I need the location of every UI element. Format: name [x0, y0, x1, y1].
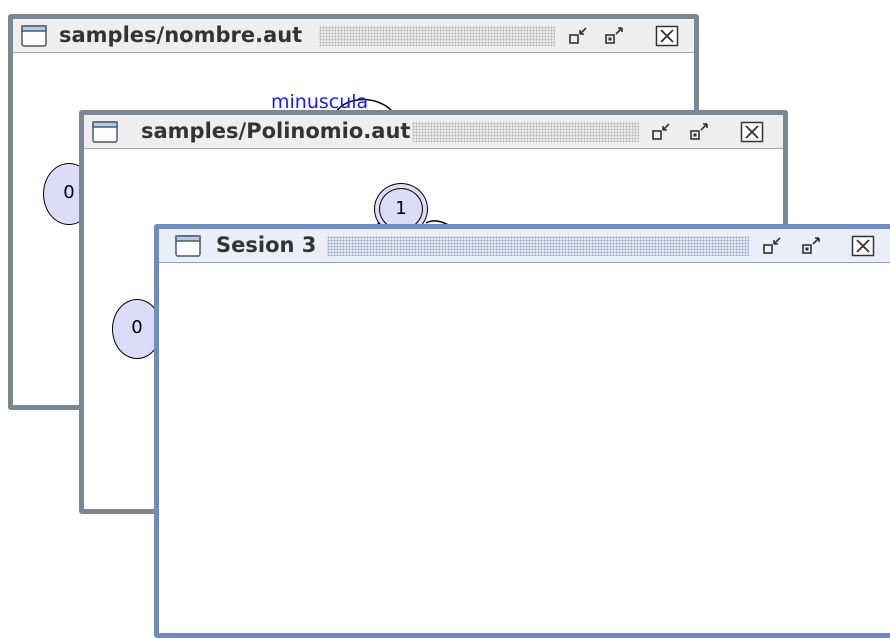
- minimize-icon[interactable]: [761, 235, 785, 257]
- maximize-icon[interactable]: [603, 25, 627, 47]
- maximize-icon[interactable]: [800, 235, 824, 257]
- titlebar-sesion-3[interactable]: Sesion 3: [159, 229, 890, 263]
- state-label: 0: [63, 182, 75, 203]
- session-content-area[interactable]: [159, 263, 890, 633]
- maximize-icon[interactable]: [688, 121, 712, 143]
- window-frame-icon[interactable]: [21, 25, 47, 47]
- titlebar-nombre[interactable]: samples/nombre.aut: [13, 19, 694, 53]
- internal-frame-sesion-3[interactable]: Sesion 3: [154, 224, 890, 638]
- title-grip: [412, 122, 639, 142]
- minimize-icon[interactable]: [650, 121, 674, 143]
- title-grip: [327, 236, 749, 256]
- title-grip: [319, 26, 555, 46]
- close-icon[interactable]: [655, 25, 679, 47]
- minimize-icon[interactable]: [567, 25, 591, 47]
- titlebar-polinomio[interactable]: samples/Polinomio.aut: [84, 115, 783, 149]
- window-title: samples/Polinomio.aut: [141, 119, 411, 143]
- state-label: 0: [131, 317, 143, 338]
- window-title: Sesion 3: [216, 233, 317, 257]
- close-icon[interactable]: [851, 235, 875, 257]
- window-frame-icon[interactable]: [92, 121, 118, 143]
- window-title: samples/nombre.aut: [59, 23, 303, 47]
- window-frame-icon[interactable]: [175, 235, 201, 257]
- close-icon[interactable]: [740, 121, 764, 143]
